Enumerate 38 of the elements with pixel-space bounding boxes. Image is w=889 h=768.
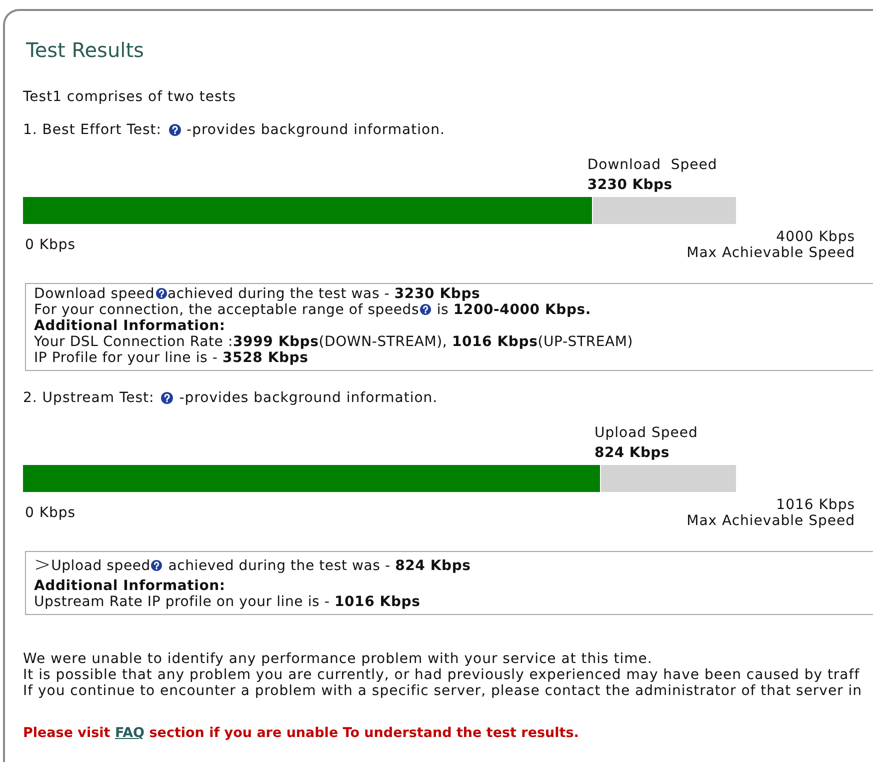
intro-text: Test1 comprises of two tests <box>23 89 238 105</box>
test-heading: 1. Best Effort Test: <box>23 122 162 138</box>
detail-text: Download speed <box>34 286 155 302</box>
test-heading: 2. Upstream Test: <box>23 390 154 406</box>
faq-link[interactable]: FAQ <box>114 725 145 741</box>
marker-glyph: > <box>34 552 52 576</box>
help-icon[interactable] <box>161 392 174 404</box>
message-line: We were unable to identify any performance problem with your service at this time. <box>23 651 654 667</box>
detail-heading: Additional Information: <box>34 318 226 334</box>
help-icon[interactable] <box>168 124 181 136</box>
meter-label: Upload Speed <box>594 425 698 441</box>
detail-text: For your connection, the acceptable range of speeds <box>34 302 420 318</box>
message-line: It is possible that any problem you are currently, or had previously experienced may have been caused by traff <box>23 667 861 683</box>
meter-reading: 824 Kbps <box>594 445 670 461</box>
detail-text: Your DSL Connection Rate :3999 Kbps(DOWN-STREAM), 1016 Kbps(UP-STREAM) <box>34 334 634 350</box>
min-label: 0 Kbps <box>25 505 76 521</box>
message-line: If you continue to encounter a problem with a specific server, please contact the administrator of that server in <box>23 683 864 699</box>
help-icon[interactable] <box>156 288 167 299</box>
max-label: Max Achievable Speed <box>686 513 855 529</box>
detail-text: Upstream Rate IP profile on your line is - 1016 Kbps <box>34 594 420 610</box>
detail-text: is 1200-4000 Kbps. <box>436 302 592 318</box>
max-label: Max Achievable Speed <box>686 245 855 261</box>
detail-heading: Additional Information: <box>34 578 226 594</box>
page-title: Test Results <box>25 38 145 62</box>
detail-text: achieved during the test was - 3230 Kbps <box>168 286 480 302</box>
help-note: -provides background information. <box>179 390 438 406</box>
max-reading: 4000 Kbps <box>775 229 855 245</box>
help-icon[interactable] <box>420 304 432 315</box>
detail-text: achieved during the test was - 824 Kbps <box>167 558 471 574</box>
max-reading: 1016 Kbps <box>775 497 855 513</box>
notice-text: Please visit FAQ section if you are unable To understand the test results. <box>23 725 580 741</box>
min-label: 0 Kbps <box>25 237 76 253</box>
detail-text: IP Profile for your line is - 3528 Kbps <box>34 350 308 366</box>
help-icon[interactable] <box>151 560 162 571</box>
meter-reading: 3230 Kbps <box>587 177 672 193</box>
meter-label: Download Speed <box>587 157 718 173</box>
help-note: -provides background information. <box>186 122 445 138</box>
detail-text: Upload speed <box>51 558 150 574</box>
